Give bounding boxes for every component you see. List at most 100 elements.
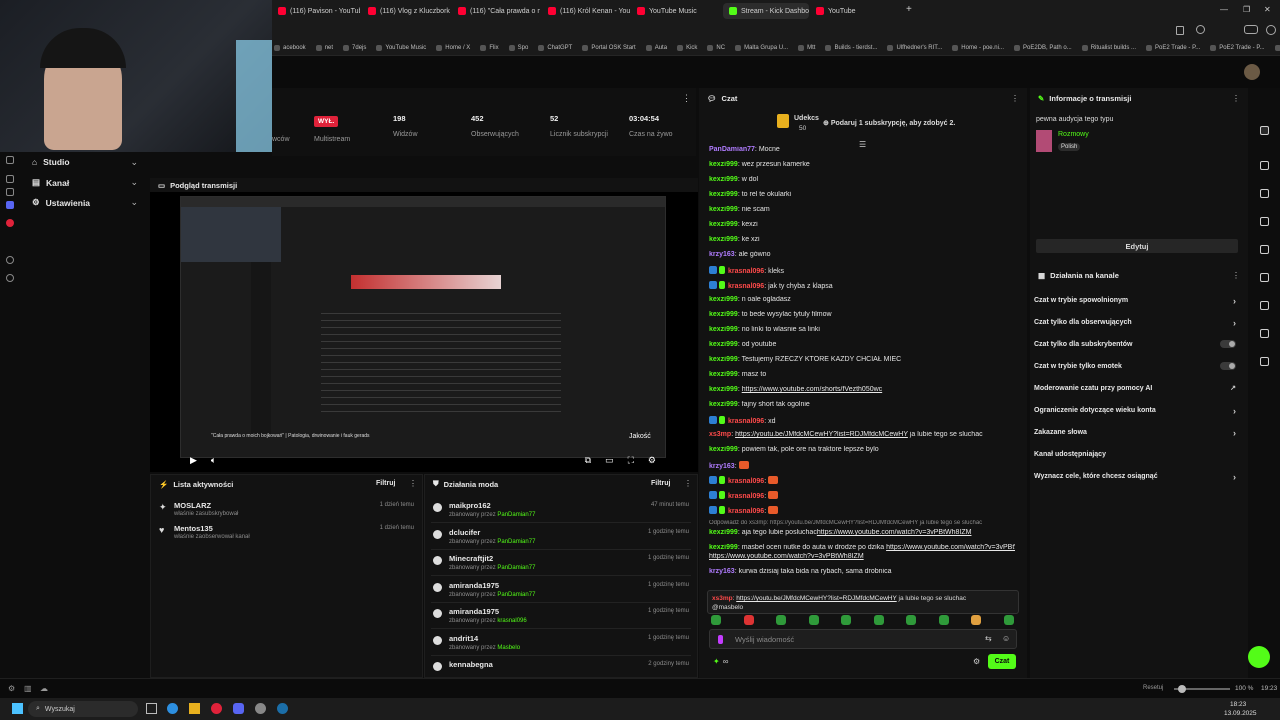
channel-action-item[interactable]: Moderowanie czatu przy pomocy AI ↗: [1034, 385, 1240, 392]
mod-target-user[interactable]: amiranda1975: [449, 581, 499, 590]
cloud-icon[interactable]: ☁: [40, 684, 48, 693]
chat-username[interactable]: kexzi999: [709, 371, 738, 378]
wrench-icon[interactable]: [1260, 329, 1269, 338]
chat-username[interactable]: kexzi999: [709, 221, 738, 228]
pip-icon[interactable]: ⧉: [585, 455, 591, 466]
activity-filter[interactable]: Filtruj: [376, 480, 395, 487]
home-icon[interactable]: [6, 156, 14, 164]
chat-username[interactable]: kexzi999: [709, 326, 738, 333]
chat-username[interactable]: krzy163: [709, 568, 735, 575]
steam-icon[interactable]: [277, 703, 288, 714]
app-icon[interactable]: [255, 703, 266, 714]
bookmark-item[interactable]: PoE2 Trade - P...: [1146, 44, 1200, 51]
mod-ban-by[interactable]: PanDamian77: [497, 565, 535, 571]
gear-icon[interactable]: ⚙: [8, 684, 15, 693]
chat-username[interactable]: xs3mp: [709, 431, 731, 438]
chat-link[interactable]: https://www.youtube.com/shorts/fVezth050…: [742, 386, 882, 393]
quick-emote-icon[interactable]: [873, 615, 884, 625]
chat-username[interactable]: krasnal096: [728, 478, 764, 485]
vpn-icon[interactable]: [1244, 25, 1258, 34]
mod-target-user[interactable]: amiranda1975: [449, 607, 499, 616]
bookmark-item[interactable]: Ritualist builds ...: [1081, 44, 1136, 51]
history-icon[interactable]: [6, 256, 14, 264]
restore-icon[interactable]: ❐: [1243, 5, 1250, 14]
bookmark-item[interactable]: Builds - tierdst...: [825, 44, 877, 51]
emote-icon[interactable]: ☺: [1002, 634, 1010, 643]
quick-emote-icon[interactable]: [841, 615, 851, 625]
chat-username[interactable]: kexzi999: [709, 386, 738, 393]
more-icon[interactable]: ⋮: [1011, 94, 1019, 103]
multistream-label[interactable]: Multistream: [314, 136, 350, 143]
chat-username[interactable]: kexzi999: [709, 341, 738, 348]
chat-username[interactable]: kexzi999: [709, 311, 738, 318]
browser-tab[interactable]: (116) "Cała prawda o moic: [452, 3, 540, 19]
chat-username[interactable]: kexzi999: [709, 176, 738, 183]
mod-target-user[interactable]: dclucifer: [449, 528, 480, 537]
layout-icon[interactable]: ▥: [24, 684, 32, 693]
theater-icon[interactable]: ▭: [605, 455, 614, 466]
channel-action-item[interactable]: Wyznacz cele, które chcesz osiągnąć ›: [1034, 473, 1240, 482]
category-link[interactable]: Rozmowy: [1058, 131, 1089, 138]
channel-action-item[interactable]: Czat tylko dla subskrybentów: [1034, 340, 1240, 348]
more-icon[interactable]: ⋮: [1232, 94, 1240, 103]
mod-target-user[interactable]: maikpro162: [449, 501, 491, 510]
bookmark-item[interactable]: Kick: [677, 44, 697, 51]
quick-emote-icon[interactable]: [938, 615, 949, 625]
bookmark-item[interactable]: Portal OSK Start: [582, 44, 636, 51]
stream-video[interactable]: "Cała prawda o moich bojkowań" | Patolog…: [180, 196, 666, 458]
bookmark-item[interactable]: PoE2 Trade - P...: [1274, 44, 1280, 51]
channel-action-item[interactable]: Ograniczenie dotyczące wieku konta ›: [1034, 407, 1240, 416]
more-icon[interactable]: ⋮: [682, 93, 691, 104]
discord-icon[interactable]: [233, 703, 244, 714]
chevron-down-icon[interactable]: ⌄: [130, 157, 138, 168]
bookmark-item[interactable]: acebook: [274, 44, 306, 51]
bookmark-item[interactable]: Spo: [508, 44, 528, 51]
mod-target-user[interactable]: andrit14: [449, 634, 478, 643]
channel-action-item[interactable]: Czat w trybie tylko emotek: [1034, 362, 1240, 370]
browser-tab[interactable]: YouTube: [810, 3, 900, 19]
minimize-icon[interactable]: —: [1220, 5, 1228, 14]
task-view-icon[interactable]: [146, 703, 157, 714]
gift-subscription-cta[interactable]: ⊕ Podaruj 1 subskrypcję, aby zdobyć 2.: [823, 119, 955, 127]
chat-link[interactable]: https://youtu.be/JMfdcMCewHY?list=RDJMfd…: [735, 431, 908, 438]
chat-username[interactable]: krasnal096: [728, 508, 764, 515]
chat-username[interactable]: kexzi999: [709, 544, 738, 551]
quick-emote-icon[interactable]: [776, 615, 786, 625]
new-tab-icon[interactable]: +: [906, 4, 912, 15]
chat-username[interactable]: kexzi999: [709, 529, 738, 536]
chat-icon[interactable]: [1260, 245, 1269, 254]
zoom-reset[interactable]: Resetuj: [1143, 685, 1163, 691]
channel-action-item[interactable]: Kanał udostępniający: [1034, 451, 1240, 458]
nav-channel[interactable]: ▤ Kanał: [32, 177, 69, 188]
quick-emote-icon[interactable]: [906, 615, 916, 625]
zoom-slider-handle[interactable]: [1178, 685, 1186, 693]
gear-icon[interactable]: ⚙: [648, 455, 656, 466]
chat-username[interactable]: kexzi999: [709, 161, 738, 168]
toggle-switch[interactable]: [1220, 362, 1236, 370]
broadcast-icon[interactable]: [1260, 273, 1269, 282]
quick-emote-icon[interactable]: [711, 615, 721, 625]
bookmark-item[interactable]: PoE2 Trade - P...: [1210, 44, 1265, 51]
close-icon[interactable]: ✕: [1264, 5, 1271, 14]
browser-tab[interactable]: YouTube Music: [631, 3, 721, 19]
windows-start-icon[interactable]: [12, 703, 23, 714]
grid-icon[interactable]: [6, 188, 14, 196]
bookmark-item[interactable]: Ulfhedner's RIT...: [887, 44, 942, 51]
more-icon[interactable]: ⋮: [684, 479, 692, 488]
layout-icon[interactable]: [1260, 161, 1269, 170]
chat-username[interactable]: kexzi999: [709, 401, 738, 408]
help-chat-icon[interactable]: [1248, 646, 1270, 668]
chat-input[interactable]: Wyślij wiadomość ⇆ ☺: [709, 629, 1017, 649]
opera-icon[interactable]: [211, 703, 222, 714]
channel-action-item[interactable]: Czat w trybie spowolnionym ›: [1034, 297, 1240, 306]
mod-target-user[interactable]: Minecraftjit2: [449, 554, 493, 563]
chat-username[interactable]: kexzi999: [709, 296, 738, 303]
chevron-down-icon[interactable]: ⌄: [130, 197, 138, 208]
chat-link[interactable]: https://www.youtube.com/watch?v=3vPBtWh8…: [886, 544, 1015, 551]
nav-studio[interactable]: ⌂ Studio: [32, 157, 70, 167]
bookmark-item[interactable]: Flix: [480, 44, 499, 51]
fullscreen-icon[interactable]: ⛶: [628, 455, 634, 466]
pencil-icon[interactable]: [1260, 126, 1269, 135]
browser-tab[interactable]: Stream - Kick Dashboard: [723, 3, 809, 19]
bookmark-icon[interactable]: [1176, 26, 1184, 35]
